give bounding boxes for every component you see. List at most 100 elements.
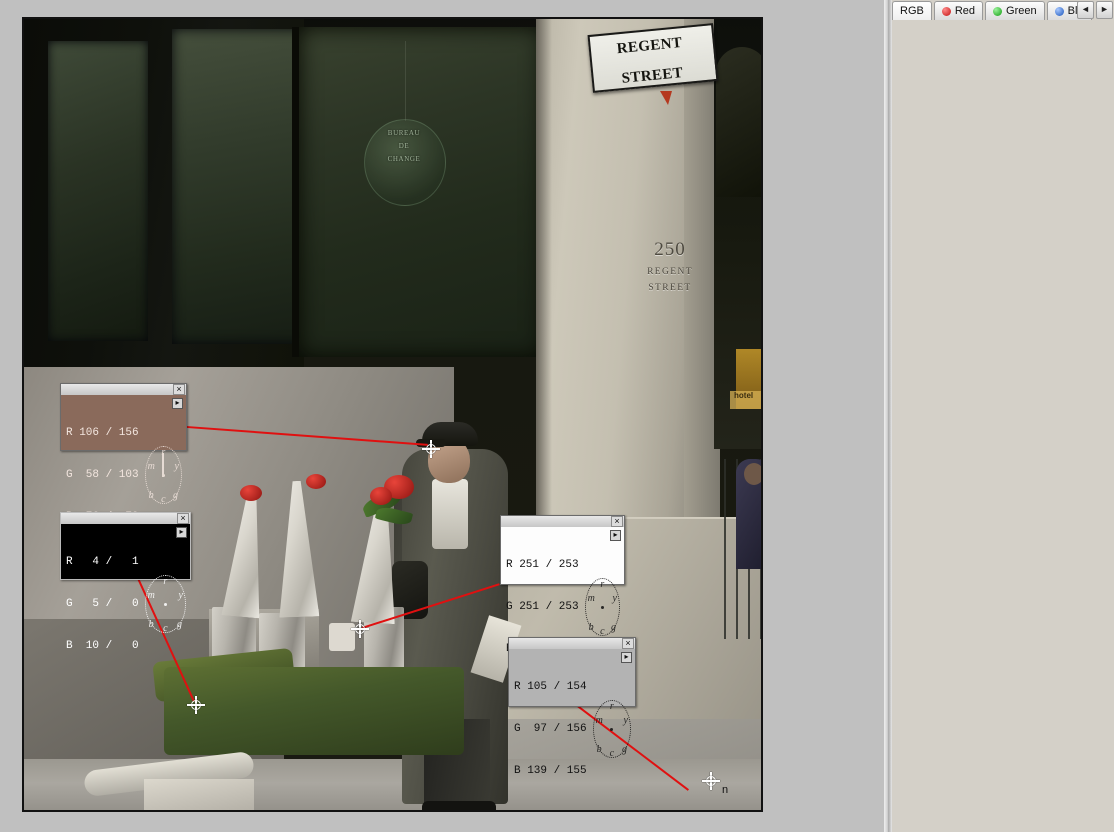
color-sample-card-2[interactable]: × R 4 / 1 G 5 / 0 B 10 / 0 r y g c b m ▸ — [60, 512, 191, 652]
red-rose — [240, 485, 262, 501]
tab-nav-group: ◄ ► — [1077, 1, 1113, 19]
tab-red-label: Red — [954, 5, 976, 17]
wheel-label-c: c — [161, 494, 166, 505]
wheel-label-y: y — [612, 593, 617, 604]
red-rose — [370, 487, 392, 505]
color-wheel-icon[interactable]: r y g c b m — [144, 446, 182, 505]
wheel-label-g: g — [177, 619, 182, 630]
wheel-label-m: m — [147, 461, 155, 472]
color-wheel-icon[interactable]: r y g c b m — [584, 578, 620, 637]
sample-value-b: B 10 / 0 — [66, 640, 139, 652]
sample-value-r: R 106 / 156 — [66, 427, 139, 439]
pane-splitter[interactable] — [884, 0, 892, 832]
pin-icon[interactable]: ▸ — [610, 530, 621, 541]
background-pedestrian-head — [744, 463, 761, 485]
wheel-label-b: b — [596, 744, 602, 755]
wheel-label-g: g — [611, 622, 616, 633]
wheel-hub — [163, 602, 167, 606]
tab-green-label: Green — [1006, 5, 1037, 17]
red-rose — [306, 474, 326, 489]
probe-marker-4-label: n — [722, 784, 729, 796]
green-channel-icon — [993, 6, 1003, 16]
window-pane-left — [48, 41, 148, 341]
color-sample-card-1[interactable]: × R 106 / 156 G 58 / 103 B 76 / 79 r y g… — [60, 383, 187, 523]
bureau-de-change-sign: BUREAU DE CHANGE — [364, 127, 444, 166]
close-icon[interactable]: × — [622, 638, 634, 649]
wheel-hub — [161, 473, 165, 477]
wheel-label-r: r — [600, 579, 605, 590]
man-shirt — [432, 479, 468, 549]
sample-value-r: R 251 / 253 — [506, 559, 579, 571]
chevron-left-icon[interactable]: ◄ — [1077, 1, 1094, 19]
color-sample-card-4[interactable]: × R 105 / 154 G 97 / 156 B 139 / 155 r y… — [508, 637, 636, 777]
hanging-wire — [405, 41, 406, 121]
wheel-label-y: y — [174, 461, 179, 472]
close-icon[interactable]: × — [173, 384, 185, 395]
wheel-label-r: r — [163, 576, 168, 587]
cap-peak — [416, 439, 446, 447]
tab-rgb-label: RGB — [900, 5, 924, 17]
bureau-line-1: BUREAU — [387, 129, 421, 137]
wheel-label-r: r — [609, 701, 614, 712]
wheel-label-b: b — [148, 490, 154, 501]
hotel-sign-text: hotel — [734, 391, 754, 400]
sample-value-b: B 139 / 155 — [514, 765, 587, 777]
channel-tab-strip: RGB Red Green Blu ◄ ► — [892, 0, 1114, 20]
wheel-label-g: g — [622, 744, 627, 755]
wheel-hub — [610, 727, 614, 731]
sample-card-titlebar: × — [61, 384, 186, 395]
sample-value-g: G 251 / 253 — [506, 601, 579, 613]
sample-card-titlebar: × — [509, 638, 635, 649]
wheel-label-b: b — [148, 619, 154, 630]
close-icon[interactable]: × — [177, 513, 189, 524]
bureau-line-2: DE — [398, 142, 410, 150]
engraving-line-2: REGENT — [647, 267, 693, 277]
sample-card-body: R 105 / 154 G 97 / 156 B 139 / 155 r y g… — [509, 649, 635, 810]
tab-green[interactable]: Green — [985, 1, 1045, 20]
color-wheel-icon[interactable]: r y g c b m — [144, 575, 186, 634]
sample-values: R 4 / 1 G 5 / 0 B 10 / 0 — [66, 527, 139, 681]
sample-card-titlebar: × — [61, 513, 190, 524]
sample-value-g: G 58 / 103 — [66, 469, 139, 481]
sample-value-r: R 105 / 154 — [514, 681, 587, 693]
wheel-label-g: g — [173, 490, 178, 501]
wheel-label-c: c — [163, 623, 168, 634]
sample-card-titlebar: × — [501, 516, 624, 527]
curves-panel: RGB Red Green Blu ◄ ► — [892, 0, 1114, 832]
red-channel-icon — [941, 6, 951, 16]
tab-red[interactable]: Red — [933, 1, 984, 20]
wheel-label-c: c — [609, 748, 615, 759]
archway — [716, 47, 761, 197]
engraving-number: 250 — [654, 239, 686, 260]
cardboard-box — [144, 779, 254, 810]
wheel-label-m: m — [587, 593, 595, 604]
sample-value-r: R 4 / 1 — [66, 556, 139, 568]
sample-value-g: G 5 / 0 — [66, 598, 139, 610]
color-sample-card-3[interactable]: × R 251 / 253 G 251 / 253 B 253 / 253 r … — [500, 515, 625, 655]
pin-icon[interactable]: ▸ — [172, 398, 183, 409]
wheel-label-m: m — [595, 715, 603, 726]
small-cup — [329, 623, 355, 651]
sample-card-body: R 4 / 1 G 5 / 0 B 10 / 0 r y g c b m — [61, 524, 190, 685]
pier-shadow — [536, 19, 552, 539]
red-flag-marker — [660, 91, 672, 105]
man-shoes — [422, 801, 496, 810]
wheel-label-b: b — [588, 622, 594, 633]
chevron-right-icon[interactable]: ► — [1096, 1, 1113, 19]
wheel-label-m: m — [147, 590, 155, 601]
sample-value-g: G 97 / 156 — [514, 723, 587, 735]
close-icon[interactable]: × — [611, 516, 623, 527]
pin-icon[interactable]: ▸ — [621, 652, 632, 663]
wheel-label-y: y — [178, 590, 183, 601]
pin-icon[interactable]: ▸ — [176, 527, 187, 538]
bureau-line-3: CHANGE — [387, 155, 421, 163]
grass-mat — [164, 667, 464, 755]
wheel-hub — [600, 605, 604, 609]
tab-rgb[interactable]: RGB — [892, 1, 932, 20]
sample-values: R 105 / 154 G 97 / 156 B 139 / 155 — [514, 652, 587, 806]
wheel-label-c: c — [600, 626, 605, 637]
color-wheel-icon[interactable]: r y g c b m — [592, 700, 631, 759]
wheel-label-y: y — [623, 715, 628, 726]
street-sign-text: REGENT STREET — [616, 34, 684, 87]
engraving-line-3: STREET — [648, 283, 692, 293]
